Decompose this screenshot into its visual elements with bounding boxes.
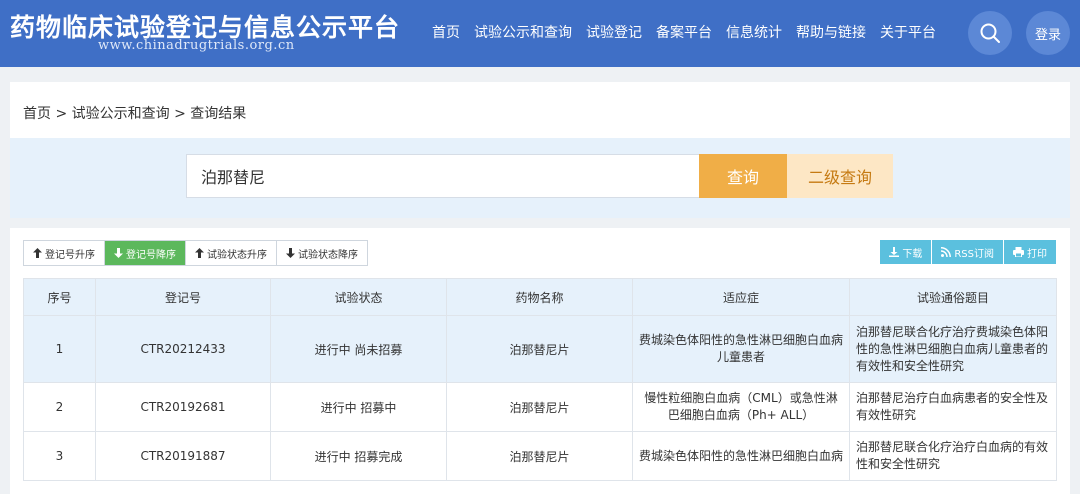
nav-help-links[interactable]: 帮助与链接 [796,22,866,42]
table-row[interactable]: 3 CTR20191887 进行中 招募完成 泊那替尼片 费城染色体阳性的急性淋… [23,431,1057,481]
main-nav: 首页 试验公示和查询 试验登记 备案平台 信息统计 帮助与链接 关于平台 [432,22,950,42]
column-header: 序号 [23,278,96,316]
search-input[interactable] [186,154,700,198]
header-search-button[interactable] [968,11,1012,55]
trial-status: 进行中 尚未招募 [270,315,447,383]
rss-button[interactable]: RSS订阅 [932,240,1003,264]
arrow-down-icon [114,248,123,258]
arrow-up-icon [195,248,204,258]
indication: 费城染色体阳性的急性淋巴细胞白血病儿童患者 [632,315,850,383]
nav-about[interactable]: 关于平台 [880,22,936,42]
download-label: 下载 [902,248,923,260]
column-header: 试验通俗题目 [849,278,1057,316]
row-index: 2 [23,382,96,432]
table-row[interactable]: 1 CTR20212433 进行中 尚未招募 泊那替尼片 费城染色体阳性的急性淋… [23,315,1057,383]
breadcrumb-panel: 首页 > 试验公示和查询 > 查询结果 [10,82,1070,138]
sort-label: 登记号升序 [45,249,95,261]
download-button[interactable]: 下载 [880,240,932,264]
trial-status: 进行中 招募中 [270,382,447,432]
sort-regno-asc-button[interactable]: 登记号升序 [24,241,105,265]
sort-regno-desc-button[interactable]: 登记号降序 [105,241,186,265]
trial-popular-title[interactable]: 泊那替尼联合化疗治疗费城染色体阳性的急性淋巴细胞白血病儿童患者的有效性和安全性研… [849,315,1057,383]
drug-name: 泊那替尼片 [446,315,633,383]
results-panel: 登记号升序 登记号降序 试验状态升序 试验状态降序 下载 RSS订阅 打印 序号… [10,228,1070,494]
query-button[interactable]: 查询 [699,154,787,198]
indication: 慢性粒细胞白血病（CML）或急性淋巴细胞白血病（Ph+ ALL） [632,382,850,432]
trial-popular-title[interactable]: 泊那替尼联合化疗治疗白血病的有效性和安全性研究 [849,431,1057,481]
rss-icon [941,247,952,257]
nav-filing-platform[interactable]: 备案平台 [656,22,712,42]
row-index: 1 [23,315,96,383]
column-header: 适应症 [632,278,850,316]
sort-label: 试验状态升序 [207,249,267,261]
nav-trial-register[interactable]: 试验登记 [586,22,642,42]
trial-popular-title[interactable]: 泊那替尼治疗白血病患者的安全性及有效性研究 [849,382,1057,432]
search-icon [980,23,1000,43]
rss-label: RSS订阅 [954,248,994,260]
registration-number[interactable]: CTR20192681 [95,382,271,432]
registration-number[interactable]: CTR20191887 [95,431,271,481]
breadcrumb[interactable]: 首页 > 试验公示和查询 > 查询结果 [23,103,246,123]
print-label: 打印 [1027,248,1047,260]
column-header: 药物名称 [446,278,633,316]
nav-home[interactable]: 首页 [432,22,460,42]
table-header-row: 序号 登记号 试验状态 药物名称 适应症 试验通俗题目 [23,278,1057,316]
search-bar-area: 查询 二级查询 [10,138,1070,218]
nav-trial-search[interactable]: 试验公示和查询 [474,22,572,42]
sort-status-desc-button[interactable]: 试验状态降序 [277,241,367,265]
sort-label: 登记号降序 [126,249,176,261]
drug-name: 泊那替尼片 [446,382,633,432]
download-icon [889,247,900,257]
trial-status: 进行中 招募完成 [270,431,447,481]
arrow-down-icon [286,248,295,258]
login-button[interactable]: 登录 [1026,11,1070,55]
drug-name: 泊那替尼片 [446,431,633,481]
nav-statistics[interactable]: 信息统计 [726,22,782,42]
sort-button-group: 登记号升序 登记号降序 试验状态升序 试验状态降序 [23,240,368,266]
print-button[interactable]: 打印 [1004,240,1056,264]
arrow-up-icon [33,248,42,258]
column-header: 登记号 [95,278,271,316]
row-index: 3 [23,431,96,481]
top-header: 药物临床试验登记与信息公示平台 www.chinadrugtrials.org.… [0,0,1080,67]
print-icon [1013,247,1024,257]
sort-status-asc-button[interactable]: 试验状态升序 [186,241,277,265]
action-button-group: 下载 RSS订阅 打印 [880,240,1056,264]
column-header: 试验状态 [270,278,447,316]
table-row[interactable]: 2 CTR20192681 进行中 招募中 泊那替尼片 慢性粒细胞白血病（CML… [23,382,1057,432]
advanced-query-button[interactable]: 二级查询 [787,154,893,198]
results-table: 序号 登记号 试验状态 药物名称 适应症 试验通俗题目 1 CTR2021243… [23,278,1057,481]
indication: 费城染色体阳性的急性淋巴细胞白血病 [632,431,850,481]
sort-label: 试验状态降序 [298,249,358,261]
site-url: www.chinadrugtrials.org.cn [98,38,295,53]
registration-number[interactable]: CTR20212433 [95,315,271,383]
